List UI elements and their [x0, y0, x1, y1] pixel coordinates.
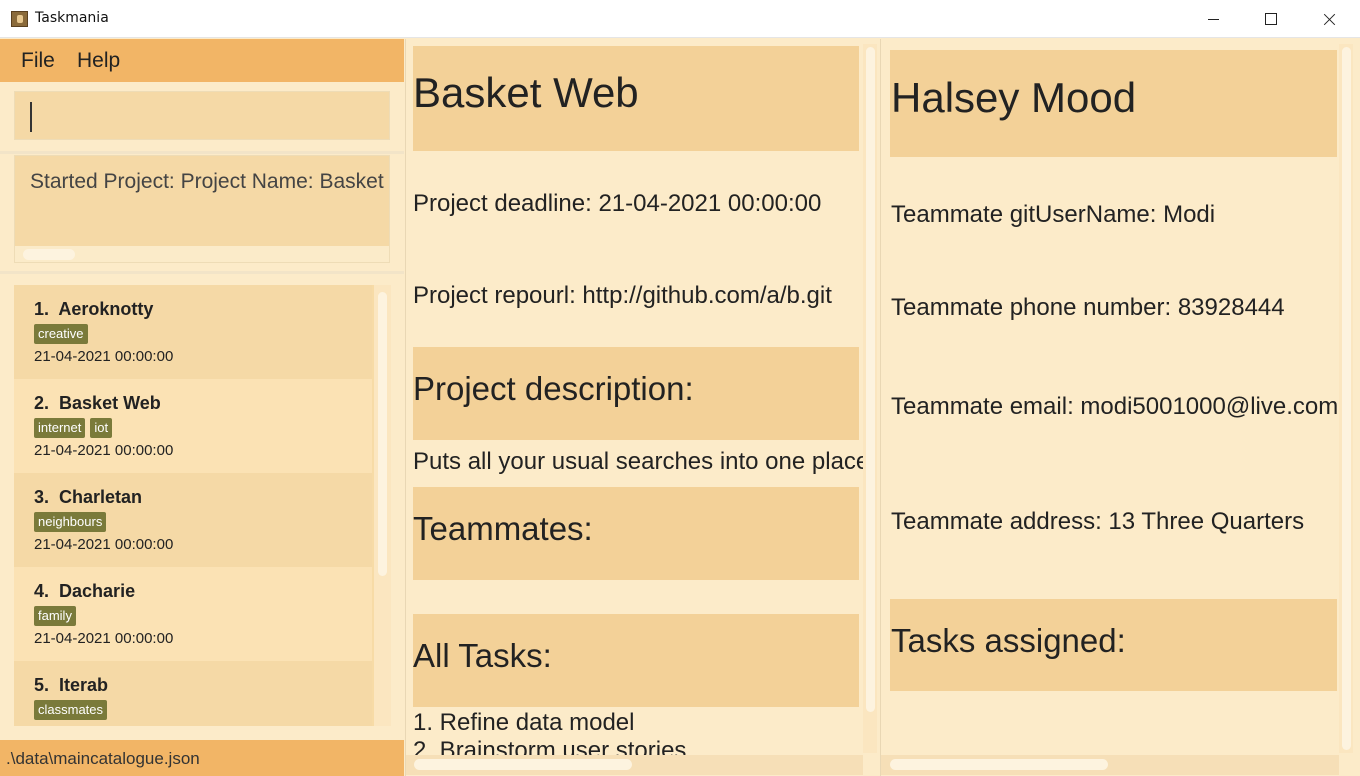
result-display: Started Project: Project Name: Basket We…: [14, 155, 390, 263]
project-deadline: 21-04-2021 00:00:00: [34, 348, 174, 365]
teammate-phone: Teammate phone number: 83928444: [891, 294, 1285, 321]
teammates-title: Teammates:: [413, 510, 593, 547]
teammate-detail-panel: Halsey Mood Teammate gitUserName: Modi T…: [880, 39, 1360, 776]
teammate-email: Teammate email: modi5001000@live.com: [891, 393, 1339, 420]
project-detail-horizontal-scrollbar[interactable]: [406, 755, 863, 775]
project-card-title: 5. Iterab: [34, 675, 109, 695]
description-title: Project description:: [413, 370, 694, 407]
project-repourl: Project repourl: http://github.com/a/b.g…: [413, 282, 832, 309]
teammate-detail-horizontal-scrollbar[interactable]: [881, 755, 1339, 775]
project-card-title: 1. Aeroknotty: [34, 299, 154, 319]
project-list: 1. Aeroknotty creative 21-04-2021 00:00:…: [14, 285, 391, 726]
tag-list: creative: [34, 324, 88, 344]
tasks-assigned-title: Tasks assigned:: [891, 622, 1126, 659]
result-text: Started Project: Project Name: Basket We…: [30, 170, 389, 193]
scrollbar-thumb[interactable]: [866, 47, 875, 712]
scrollbar-thumb[interactable]: [378, 292, 387, 576]
tasks-title: All Tasks:: [413, 637, 552, 674]
scrollbar-thumb[interactable]: [23, 249, 75, 260]
teammate-address: Teammate address: 13 Three Quarters: [891, 508, 1305, 535]
menu-bar: File Help: [0, 39, 404, 82]
task-item[interactable]: 1. Refine data model: [413, 709, 634, 737]
title-bar: Taskmania: [0, 0, 1360, 38]
window-title: Taskmania: [35, 10, 109, 26]
project-card[interactable]: 2. Basket Web internet iot 21-04-2021 00…: [14, 379, 372, 473]
menu-file[interactable]: File: [21, 49, 55, 73]
tag-list: family: [34, 606, 76, 626]
tag-list: classmates: [34, 700, 108, 720]
project-description: Puts all your usual searches into one pl…: [413, 448, 870, 475]
project-card-title: 2. Basket Web: [34, 393, 161, 413]
project-deadline: 21-04-2021 00:00:00: [34, 536, 174, 553]
left-panel: File Help Started Project: Project Name:…: [0, 39, 405, 776]
menu-help[interactable]: Help: [77, 49, 120, 73]
project-list-scrollbar[interactable]: [374, 285, 391, 726]
command-input[interactable]: [14, 91, 390, 140]
text-caret: [30, 102, 32, 132]
project-card[interactable]: 4. Dacharie family 21-04-2021 00:00:00: [14, 567, 372, 661]
project-card-title: 3. Charletan: [34, 487, 143, 507]
divider: [0, 271, 404, 274]
project-deadline: 21-04-2021 00:00:00: [34, 442, 174, 459]
maximize-button[interactable]: [1242, 0, 1300, 38]
minimize-button[interactable]: [1184, 0, 1242, 38]
scrollbar-thumb[interactable]: [890, 759, 1108, 770]
teammate-name: Halsey Mood: [891, 74, 1137, 121]
app-icon: [11, 11, 28, 27]
project-name: Basket Web: [413, 69, 639, 116]
divider: [0, 151, 404, 154]
project-card-title: 4. Dacharie: [34, 581, 136, 601]
project-card[interactable]: 5. Iterab classmates: [14, 661, 372, 726]
project-deadline: 21-04-2021 00:00:00: [34, 630, 174, 647]
tag: neighbours: [34, 512, 107, 532]
teammate-detail-vertical-scrollbar[interactable]: [1339, 44, 1353, 753]
tag-list: neighbours: [34, 512, 107, 532]
project-detail-panel: Basket Web Project deadline: 21-04-2021 …: [405, 39, 880, 776]
tag: family: [34, 606, 76, 626]
project-deadline: Project deadline: 21-04-2021 00:00:00: [413, 190, 822, 217]
project-card[interactable]: 3. Charletan neighbours 21-04-2021 00:00…: [14, 473, 372, 567]
tag: iot: [90, 418, 113, 438]
scrollbar-thumb[interactable]: [414, 759, 632, 770]
project-detail-vertical-scrollbar[interactable]: [863, 44, 877, 753]
result-horizontal-scrollbar[interactable]: [15, 246, 389, 262]
teammate-git: Teammate gitUserName: Modi: [891, 201, 1216, 228]
project-card[interactable]: 1. Aeroknotty creative 21-04-2021 00:00:…: [14, 285, 372, 379]
data-file-path: .\data\maincatalogue.json: [6, 749, 200, 768]
tag: classmates: [34, 700, 108, 720]
tag: internet: [34, 418, 86, 438]
tag: creative: [34, 324, 88, 344]
scrollbar-thumb[interactable]: [1342, 47, 1351, 750]
close-button[interactable]: [1300, 0, 1358, 38]
status-bar: .\data\maincatalogue.json: [0, 740, 404, 776]
tag-list: internet iot: [34, 418, 113, 438]
